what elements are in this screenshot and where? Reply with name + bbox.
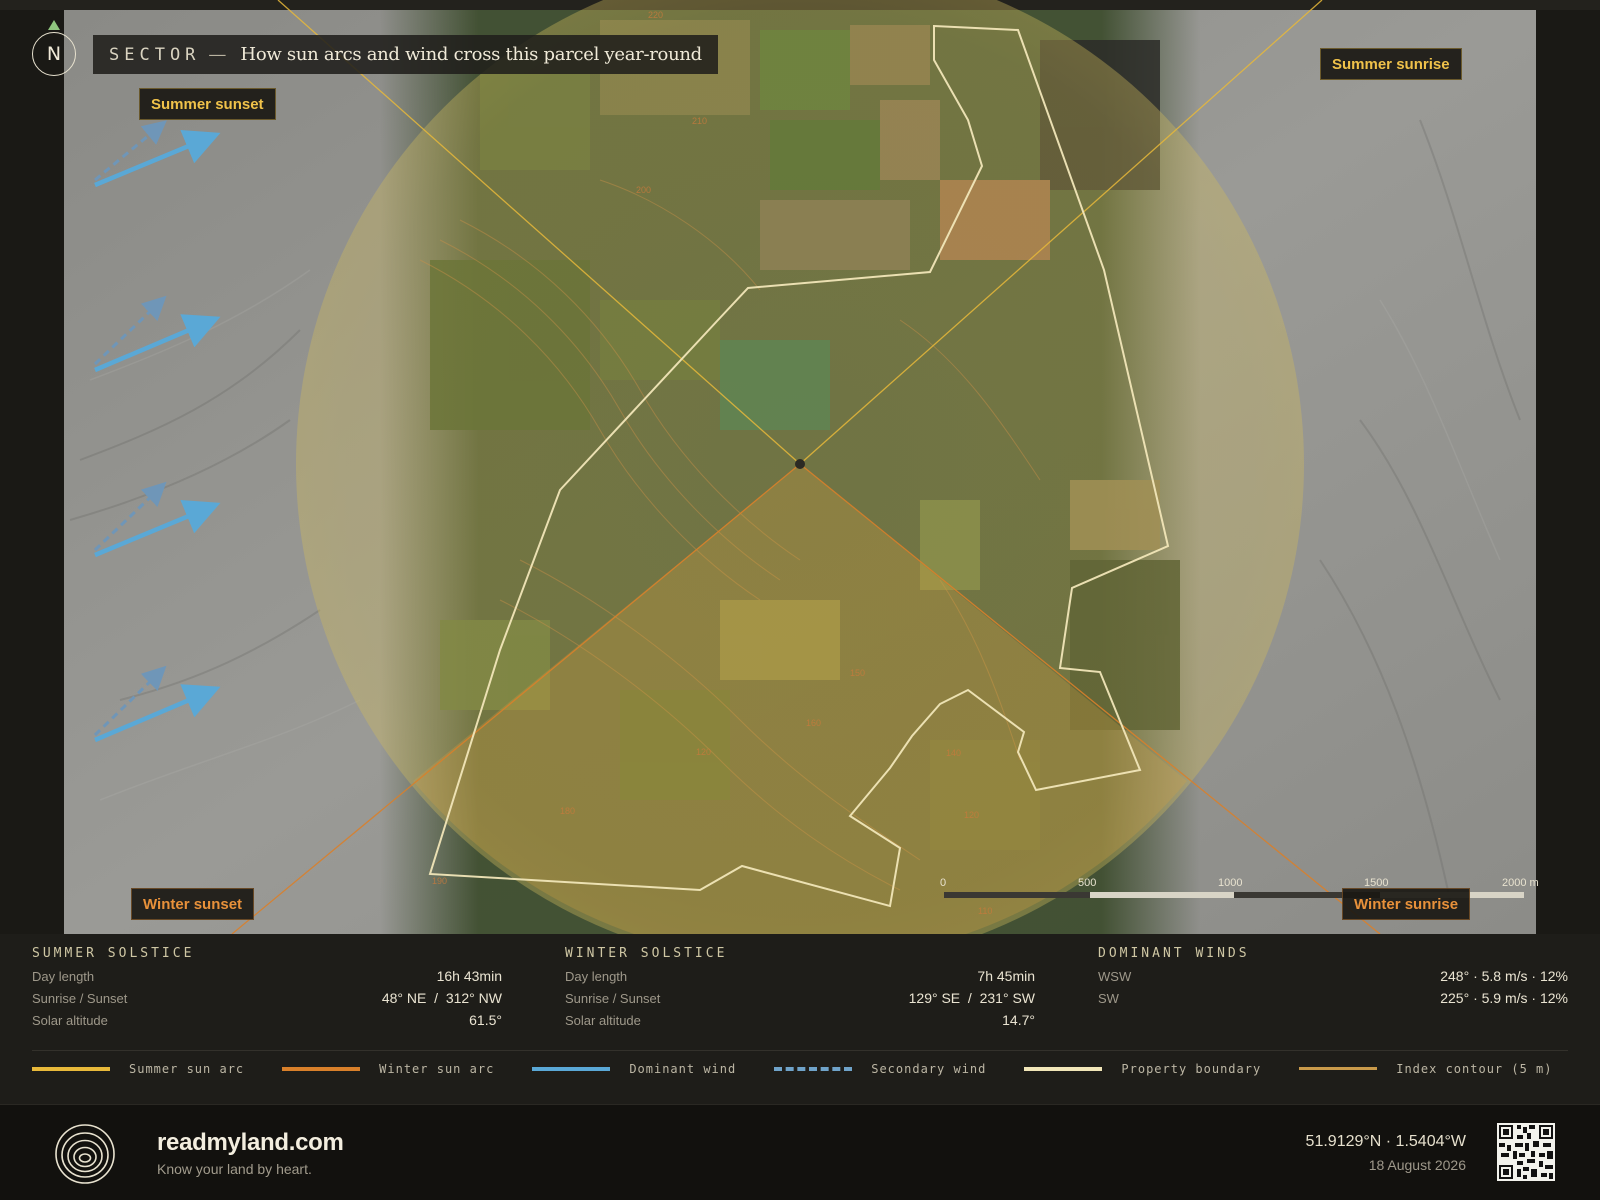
north-badge[interactable]: N — [32, 32, 76, 76]
legend-item: Property boundary — [1024, 1062, 1261, 1076]
map-subtitle: How sun arcs and wind cross this parcel … — [240, 44, 702, 65]
winter-solstice-heading: WINTER SOLSTICE — [565, 946, 728, 961]
dominant-winds-panel: DOMINANT WINDS WSW 248° · 5.8 m/s · 12% … — [1098, 946, 1568, 1012]
stat-value: 16h 43min — [436, 968, 502, 984]
stat-row: Solar altitude 61.5° — [32, 1012, 502, 1034]
legend-item: Winter sun arc — [282, 1062, 494, 1076]
title-bar: SECTOR — How sun arcs and wind cross thi… — [93, 35, 718, 74]
stat-value: 14.7° — [1002, 1012, 1035, 1028]
footer: readmyland.com Know your land by heart. … — [0, 1104, 1600, 1200]
stat-row: Day length 16h 43min — [32, 968, 502, 990]
scale-tick: 0 — [940, 877, 946, 889]
stat-key: WSW — [1098, 969, 1132, 984]
contour-label: 110 — [978, 906, 992, 916]
qr-code-icon[interactable] — [1497, 1123, 1555, 1181]
stat-row: Sunrise / Sunset 129° SE / 231° SW — [565, 990, 1035, 1012]
fingerprint-logo-icon — [55, 1124, 115, 1184]
contour-label: 210 — [692, 116, 707, 126]
contour-label: 190 — [432, 876, 447, 886]
stat-key: Sunrise / Sunset — [565, 991, 661, 1006]
north-label: N — [46, 43, 62, 65]
stat-row: Sunrise / Sunset 48° NE / 312° NW — [32, 990, 502, 1012]
tagline: Know your land by heart. — [157, 1161, 312, 1177]
legend-item: Summer sun arc — [32, 1062, 244, 1076]
legend-item: Secondary wind — [774, 1062, 986, 1076]
summer-sunset-label: Summer sunset — [139, 88, 276, 120]
winter-sunset-label: Winter sunset — [131, 888, 255, 920]
scale-tick: 1000 — [1218, 877, 1242, 889]
contour-label: 140 — [946, 748, 961, 758]
map-legend: Summer sun arc Winter sun arc Dominant w… — [32, 1050, 1568, 1086]
coordinates: 51.9129°N · 1.5404°W — [1305, 1133, 1466, 1150]
stat-row: SW 225° · 5.9 m/s · 12% — [1098, 990, 1568, 1012]
dominant-wind-swatch — [532, 1066, 611, 1071]
stat-value: 225° · 5.9 m/s · 12% — [1440, 990, 1568, 1006]
legend-label: Summer sun arc — [129, 1061, 245, 1076]
stat-value: 48° NE / 312° NW — [381, 990, 502, 1006]
legend-label: Winter sun arc — [379, 1061, 495, 1076]
stat-key: Sunrise / Sunset — [32, 991, 128, 1006]
summer-solstice-heading: SUMMER SOLSTICE — [32, 946, 195, 961]
title-dash: — — [208, 44, 227, 65]
stats-panel: SUMMER SOLSTICE Day length 16h 43min Sun… — [0, 934, 1600, 1104]
legend-label: Property boundary — [1121, 1061, 1262, 1076]
contour-label: 160 — [806, 718, 821, 728]
stat-value: 129° SE / 231° SW — [908, 990, 1035, 1006]
stat-row: Solar altitude 14.7° — [565, 1012, 1035, 1034]
contour-label: 120 — [964, 810, 979, 820]
sector-label: SECTOR — [109, 44, 201, 65]
stat-key: SW — [1098, 991, 1119, 1006]
winter-solstice-panel: WINTER SOLSTICE Day length 7h 45min Sunr… — [565, 946, 1035, 1034]
brand-link[interactable]: readmyland.com — [157, 1129, 344, 1157]
legend-label: Dominant wind — [629, 1061, 737, 1076]
sector-map[interactable]: 220 210 200 190 180 150 160 120 140 120 … — [0, 0, 1600, 934]
contour-label: 200 — [636, 185, 651, 195]
contour-label: 150 — [850, 668, 865, 678]
stat-value: 7h 45min — [977, 968, 1035, 984]
stat-row: Day length 7h 45min — [565, 968, 1035, 990]
map-date: 18 August 2026 — [1368, 1157, 1466, 1173]
stat-row: WSW 248° · 5.8 m/s · 12% — [1098, 968, 1568, 990]
legend-label: Index contour (5 m) — [1396, 1061, 1553, 1076]
scale-tick: 2000 m — [1502, 877, 1539, 889]
winter-arc-swatch — [282, 1066, 361, 1071]
contour-label: 120 — [696, 747, 711, 757]
winter-sunrise-label: Winter sunrise — [1342, 888, 1471, 920]
boundary-swatch — [1024, 1066, 1103, 1071]
legend-label: Secondary wind — [871, 1061, 987, 1076]
north-arrow-icon — [48, 20, 60, 30]
stat-key: Day length — [32, 969, 95, 984]
stat-value: 248° · 5.8 m/s · 12% — [1440, 968, 1568, 984]
contour-label: 180 — [560, 806, 575, 816]
stat-value: 61.5° — [469, 1012, 502, 1028]
legend-item: Dominant wind — [532, 1062, 736, 1076]
summer-arc-swatch — [32, 1066, 110, 1071]
stat-key: Day length — [565, 969, 628, 984]
stat-key: Solar altitude — [32, 1013, 108, 1028]
summer-solstice-panel: SUMMER SOLSTICE Day length 16h 43min Sun… — [32, 946, 502, 1034]
secondary-wind-swatch — [774, 1066, 853, 1071]
legend-item: Index contour (5 m) — [1299, 1062, 1552, 1076]
scale-tick: 500 — [1078, 877, 1096, 889]
stat-key: Solar altitude — [565, 1013, 641, 1028]
summer-sunrise-label: Summer sunrise — [1320, 48, 1462, 80]
parcel-center — [795, 459, 805, 469]
map-canvas[interactable]: 220 210 200 190 180 150 160 120 140 120 … — [0, 0, 1600, 934]
dominant-winds-heading: DOMINANT WINDS — [1098, 946, 1250, 961]
contour-swatch — [1299, 1067, 1378, 1070]
contour-label: 220 — [648, 10, 663, 20]
